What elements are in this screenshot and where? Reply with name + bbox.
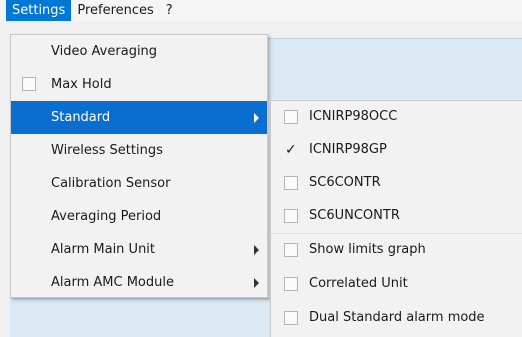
standard-submenu: ICNIRP98OCC ✓ ICNIRP98GP SC6CONTR SC6UNC…	[270, 100, 522, 337]
menu-item-averaging-period[interactable]: Averaging Period	[11, 200, 267, 233]
checkmark-icon: ✓	[285, 142, 297, 158]
checkbox[interactable]	[284, 277, 298, 291]
menu-preferences[interactable]: Preferences	[71, 0, 159, 21]
menu-item-standard[interactable]: Standard	[11, 101, 267, 134]
menu-bar: Settings Preferences ?	[0, 0, 522, 21]
max-hold-checkbox[interactable]	[22, 77, 36, 91]
menu-item-wireless-settings[interactable]: Wireless Settings	[11, 134, 267, 167]
menu-item-label: Correlated Unit	[309, 276, 408, 292]
menu-item-video-averaging[interactable]: Video Averaging	[11, 35, 267, 68]
menu-item-label: ICNIRP98OCC	[309, 109, 398, 125]
submenu-item-icnirp98occ[interactable]: ICNIRP98OCC	[271, 101, 522, 134]
menu-item-label: ICNIRP98GP	[309, 142, 387, 158]
menu-item-calibration-sensor[interactable]: Calibration Sensor	[11, 167, 267, 200]
settings-dropdown-menu: Video Averaging Max Hold Standard Wirele…	[10, 34, 268, 298]
menu-item-label: Standard	[51, 110, 111, 125]
checkbox[interactable]	[284, 209, 298, 223]
app-content-panel-bottom	[10, 298, 270, 337]
submenu-item-dual-standard-alarm-mode[interactable]: Dual Standard alarm mode	[271, 302, 522, 335]
menu-item-label: Averaging Period	[51, 209, 162, 224]
menu-item-label: SC6UNCONTR	[309, 208, 400, 224]
checkbox[interactable]	[284, 110, 298, 124]
menu-item-alarm-amc-module[interactable]: Alarm AMC Module	[11, 266, 267, 299]
menu-item-label: SC6CONTR	[309, 175, 381, 191]
submenu-arrow-icon	[254, 278, 259, 288]
menu-item-label: Dual Standard alarm mode	[309, 310, 485, 326]
menu-item-label: Max Hold	[51, 77, 112, 92]
menu-item-label: Alarm Main Unit	[51, 242, 156, 257]
app-content-panel	[268, 38, 522, 99]
menu-item-label: Wireless Settings	[51, 143, 163, 158]
submenu-arrow-icon	[254, 113, 259, 123]
menu-item-alarm-main-unit[interactable]: Alarm Main Unit	[11, 233, 267, 266]
submenu-item-sc6contr[interactable]: SC6CONTR	[271, 167, 522, 200]
submenu-item-correlated-unit[interactable]: Correlated Unit	[271, 268, 522, 301]
menu-item-label: Show limits graph	[309, 242, 426, 258]
submenu-item-icnirp98gp[interactable]: ✓ ICNIRP98GP	[271, 134, 522, 167]
menu-help[interactable]: ?	[160, 0, 179, 21]
menu-item-label: Calibration Sensor	[51, 176, 171, 191]
menu-item-label: Alarm AMC Module	[51, 275, 174, 290]
submenu-item-show-limits-graph[interactable]: Show limits graph	[271, 234, 522, 267]
checkbox[interactable]	[284, 243, 298, 257]
checkbox[interactable]	[284, 311, 298, 325]
checkbox[interactable]	[284, 176, 298, 190]
menu-settings[interactable]: Settings	[6, 0, 72, 21]
menu-item-label: Video Averaging	[51, 44, 158, 59]
submenu-arrow-icon	[254, 245, 259, 255]
submenu-item-sc6uncontr[interactable]: SC6UNCONTR	[271, 200, 522, 233]
menu-item-max-hold[interactable]: Max Hold	[11, 68, 267, 101]
